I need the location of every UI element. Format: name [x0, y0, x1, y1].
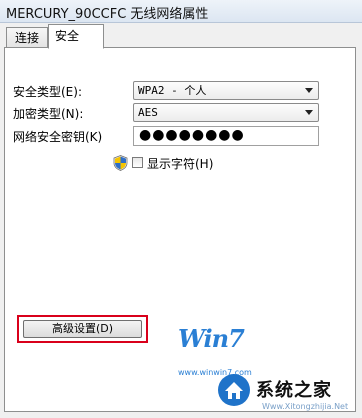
- encryption-type-label: 加密类型(N):: [13, 107, 84, 121]
- chevron-down-icon: [305, 110, 313, 115]
- network-key-field[interactable]: ●●●●●●●●: [133, 126, 319, 146]
- security-type-select[interactable]: WPA2 - 个人: [133, 81, 319, 100]
- watermark-win7-text: Win7: [178, 324, 245, 353]
- encryption-type-value: AES: [138, 106, 158, 119]
- watermark-brand-name: 系统之家: [256, 380, 332, 401]
- advanced-settings-button[interactable]: 高级设置(D): [23, 320, 142, 338]
- security-type-value: WPA2 - 个人: [138, 84, 207, 97]
- watermark-logo: Win7 www.winwin7.com 系统之家 Www.Xitongzhij…: [178, 322, 362, 418]
- tab-connection[interactable]: 连接: [6, 27, 48, 47]
- show-characters-checkbox[interactable]: [132, 157, 143, 168]
- advanced-button-highlight: 高级设置(D): [17, 315, 148, 343]
- security-type-label: 安全类型(E):: [13, 85, 82, 99]
- show-characters-label[interactable]: 显示字符(H): [147, 155, 213, 172]
- house-icon: [218, 374, 250, 406]
- window-titlebar: MERCURY_90CCFC 无线网络属性: [0, 0, 362, 23]
- uac-shield-icon: [113, 155, 128, 171]
- tab-security[interactable]: 安全: [48, 24, 104, 49]
- watermark-url-brand: Www.Xitongzhijia.Net: [262, 402, 349, 411]
- window-title: MERCURY_90CCFC 无线网络属性: [6, 7, 209, 22]
- network-key-label: 网络安全密钥(K): [13, 130, 103, 144]
- encryption-type-select[interactable]: AES: [133, 103, 319, 122]
- tab-strip: 连接 安全: [0, 22, 362, 49]
- chevron-down-icon: [305, 88, 313, 93]
